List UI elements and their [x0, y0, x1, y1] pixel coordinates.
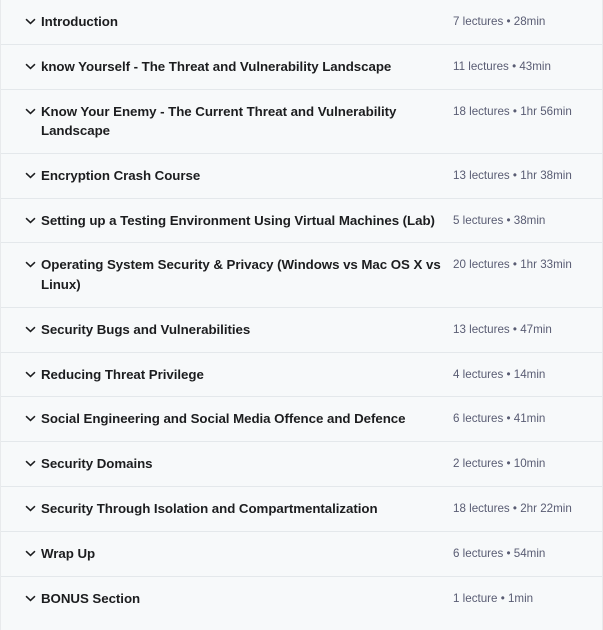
chevron-down-icon[interactable] [19, 365, 41, 381]
section-title: Wrap Up [41, 545, 96, 561]
section-title: Introduction [41, 14, 118, 29]
section-meta: 13 lectures • 47min [453, 322, 552, 336]
curriculum-section-row-2[interactable]: Know Your Enemy - The Current Threat and… [1, 89, 602, 154]
section-meta: 7 lectures • 28min [453, 15, 546, 28]
section-meta: 18 lectures • 1hr 56min [453, 104, 572, 118]
chevron-down-icon[interactable] [19, 320, 41, 336]
section-title: Setting up a Testing Environment Using V… [41, 212, 435, 228]
section-meta: 11 lectures • 43min [453, 59, 551, 73]
curriculum-section-row-3[interactable]: Encryption Crash Course 13 lectures • 1h… [1, 153, 602, 199]
section-title: Security Domains [41, 456, 153, 472]
section-meta: 6 lectures • 54min [453, 546, 546, 560]
section-title: Know Your Enemy - The Current Threat and… [41, 103, 397, 139]
section-meta: 5 lectures • 38min [453, 213, 546, 227]
section-title: Security Bugs and Vulnerabilities [41, 321, 251, 337]
section-title: Social Engineering and Social Media Offe… [41, 411, 406, 427]
curriculum-section-row-9[interactable]: Security Domains 2 lectures • 10min [1, 442, 602, 487]
curriculum-section-row-4[interactable]: Setting up a Testing Environment Using V… [1, 198, 602, 244]
section-meta: 13 lectures • 1hr 38min [453, 168, 572, 182]
chevron-down-icon[interactable] [19, 499, 41, 515]
curriculum-section-row-6[interactable]: Security Bugs and Vulnerabilities 13 lec… [1, 307, 602, 353]
chevron-down-icon[interactable] [19, 102, 41, 118]
section-title: BONUS Section [41, 590, 141, 606]
curriculum-section-row-5[interactable]: Operating System Security & Privacy (Win… [1, 243, 602, 308]
section-meta: 1 lecture • 1min [453, 591, 534, 605]
chevron-down-icon[interactable] [19, 454, 41, 470]
chevron-down-icon[interactable] [19, 589, 41, 605]
curriculum-section-row-12[interactable]: BONUS Section 1 lecture • 1min [1, 576, 602, 621]
chevron-down-icon[interactable] [19, 409, 41, 425]
chevron-down-icon[interactable] [19, 211, 41, 227]
curriculum-section-row-10[interactable]: Security Through Isolation and Compartme… [1, 486, 602, 532]
section-title: know Yourself - The Threat and Vulnerabi… [41, 58, 392, 74]
chevron-down-icon[interactable] [19, 255, 41, 271]
chevron-down-icon[interactable] [19, 166, 41, 182]
section-title: Operating System Security & Privacy (Win… [41, 257, 441, 293]
curriculum-section-row-7[interactable]: Reducing Threat Privilege 4 lectures • 1… [1, 352, 602, 398]
curriculum-section-row-0[interactable]: Introduction 7 lectures • 28min [1, 0, 602, 45]
section-title: Encryption Crash Course [41, 167, 201, 183]
chevron-down-icon[interactable] [19, 57, 41, 73]
curriculum-section-row-1[interactable]: know Yourself - The Threat and Vulnerabi… [1, 44, 602, 90]
chevron-down-icon[interactable] [19, 544, 41, 560]
chevron-down-icon[interactable] [19, 12, 41, 28]
section-title: Reducing Threat Privilege [41, 366, 204, 382]
curriculum-section-row-8[interactable]: Social Engineering and Social Media Offe… [1, 397, 602, 443]
section-title: Security Through Isolation and Compartme… [41, 500, 378, 516]
course-curriculum-accordion: Introduction 7 lectures • 28min know You… [0, 0, 603, 630]
section-meta: 20 lectures • 1hr 33min [453, 258, 572, 272]
section-meta: 6 lectures • 41min [453, 412, 546, 426]
section-meta: 4 lectures • 14min [453, 367, 546, 381]
section-meta: 2 lectures • 10min [453, 457, 546, 471]
section-meta: 18 lectures • 2hr 22min [453, 501, 572, 515]
curriculum-section-row-11[interactable]: Wrap Up 6 lectures • 54min [1, 531, 602, 577]
